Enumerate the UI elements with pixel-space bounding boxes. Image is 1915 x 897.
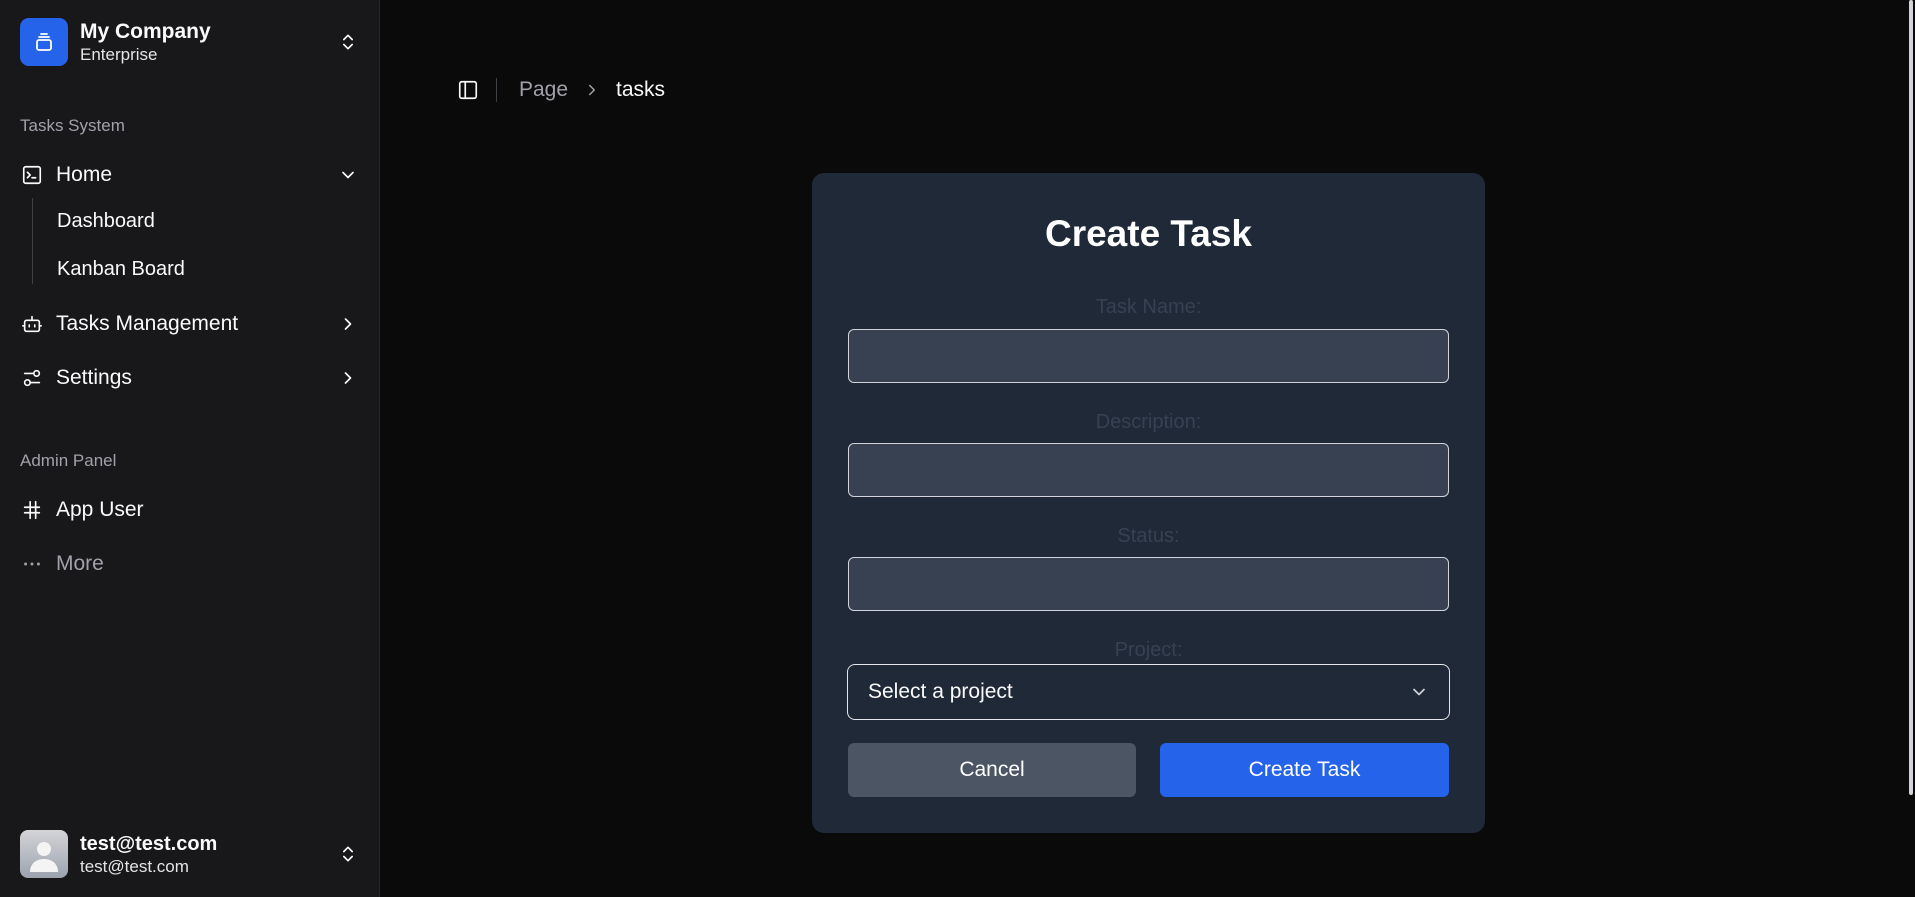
status-label: Status: bbox=[1117, 525, 1180, 547]
chevrons-up-down-icon bbox=[336, 30, 360, 54]
chevron-right-icon bbox=[582, 80, 602, 100]
project-label: Project: bbox=[1114, 639, 1183, 661]
sliders-icon bbox=[20, 366, 44, 390]
sidebar: My Company Enterprise Tasks System Home bbox=[0, 0, 380, 897]
header-divider bbox=[496, 78, 497, 102]
create-task-form: Create Task Task Name: Description: Stat… bbox=[812, 173, 1485, 833]
bot-icon bbox=[20, 312, 44, 336]
sidebar-toggle-button[interactable] bbox=[454, 76, 482, 104]
sidebar-item-label: More bbox=[56, 552, 104, 575]
sidebar-item-settings[interactable]: Settings bbox=[20, 358, 360, 398]
user-name: test@test.com bbox=[80, 832, 218, 855]
sidebar-item-label: Settings bbox=[56, 366, 132, 389]
chevron-down-icon bbox=[336, 163, 360, 187]
user-email: test@test.com bbox=[80, 856, 189, 876]
layers-icon bbox=[20, 18, 68, 66]
chevron-down-icon bbox=[1409, 682, 1429, 702]
description-input[interactable] bbox=[848, 443, 1449, 497]
company-info: My Company Enterprise bbox=[80, 19, 336, 65]
task-name-input[interactable] bbox=[848, 329, 1449, 383]
chevron-right-icon bbox=[336, 366, 360, 390]
create-task-button[interactable]: Create Task bbox=[1160, 743, 1449, 797]
task-name-label: Task Name: bbox=[1095, 296, 1202, 318]
cancel-button[interactable]: Cancel bbox=[848, 743, 1136, 797]
sidebar-item-label: Tasks Management bbox=[56, 312, 239, 335]
chevron-right-icon bbox=[336, 312, 360, 336]
project-select-value: Select a project bbox=[868, 680, 1013, 703]
breadcrumb-current: tasks bbox=[616, 78, 666, 101]
company-name: My Company bbox=[80, 20, 211, 43]
main-content: Page tasks Create Task Task Name: Descri… bbox=[380, 0, 1915, 897]
sidebar-item-dashboard[interactable]: Dashboard bbox=[57, 210, 155, 233]
breadcrumb: Page tasks bbox=[519, 78, 665, 102]
form-title: Create Task bbox=[1044, 213, 1253, 254]
sidebar-item-app-user[interactable]: App User bbox=[20, 490, 360, 530]
submenu-guide-line bbox=[32, 198, 33, 284]
company-switcher[interactable]: My Company Enterprise bbox=[20, 18, 360, 66]
user-info: test@test.com test@test.com bbox=[80, 832, 336, 877]
project-select[interactable]: Select a project bbox=[847, 664, 1450, 720]
terminal-icon bbox=[20, 163, 44, 187]
sidebar-item-kanban-board[interactable]: Kanban Board bbox=[57, 258, 185, 281]
scrollbar[interactable] bbox=[1909, 0, 1913, 795]
app-root: My Company Enterprise Tasks System Home bbox=[0, 0, 1915, 897]
status-input[interactable] bbox=[848, 557, 1449, 611]
avatar bbox=[20, 830, 68, 878]
sidebar-item-tasks-management[interactable]: Tasks Management bbox=[20, 304, 360, 344]
sidebar-item-label: Home bbox=[56, 163, 113, 186]
more-horizontal-icon bbox=[20, 552, 44, 576]
sidebar-item-label: App User bbox=[56, 498, 144, 521]
header-bar: Page tasks bbox=[454, 74, 665, 106]
description-label: Description: bbox=[1095, 411, 1202, 433]
chevrons-up-down-icon bbox=[336, 842, 360, 866]
sidebar-item-home[interactable]: Home bbox=[20, 155, 360, 195]
section-label-tasks-system: Tasks System bbox=[20, 116, 125, 135]
section-label-admin-panel: Admin Panel bbox=[20, 451, 117, 470]
hash-icon bbox=[20, 498, 44, 522]
sidebar-item-more[interactable]: More bbox=[20, 544, 360, 584]
user-menu[interactable]: test@test.com test@test.com bbox=[20, 830, 360, 878]
company-plan: Enterprise bbox=[80, 45, 158, 64]
breadcrumb-page-link[interactable]: Page bbox=[519, 78, 568, 102]
